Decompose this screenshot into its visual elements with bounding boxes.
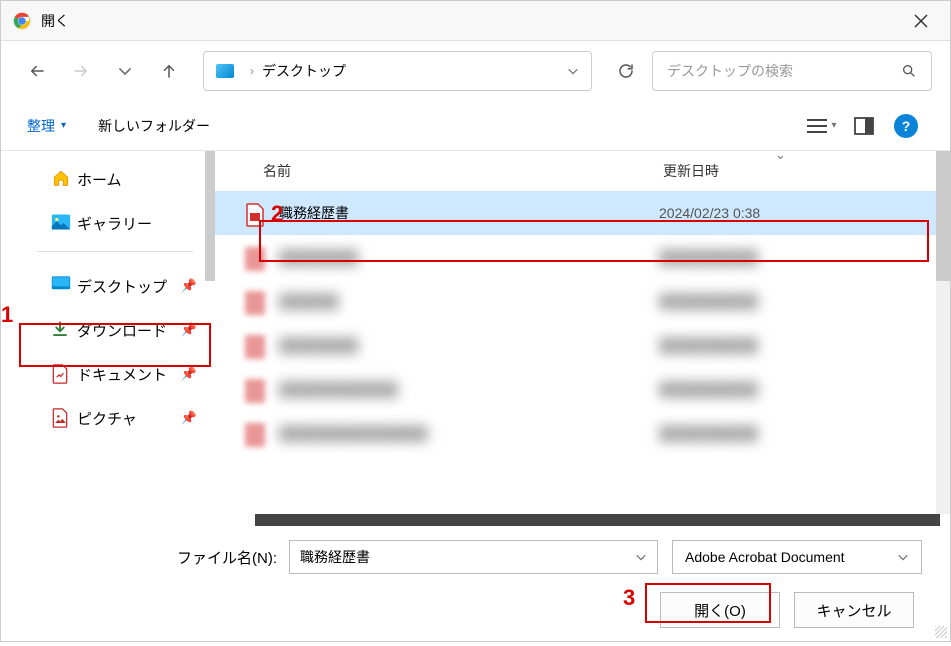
- download-icon: [51, 320, 71, 340]
- file-name: ██████: [279, 293, 659, 309]
- sidebar-label: ホーム: [77, 169, 122, 190]
- annotation-1: 1: [1, 302, 13, 328]
- organize-dropdown-icon[interactable]: ▾: [61, 120, 66, 131]
- file-name: ████████: [279, 249, 659, 265]
- file-date: ██████████: [659, 381, 758, 397]
- annotation-2: 2: [271, 201, 283, 227]
- file-name: ████████: [279, 337, 659, 353]
- titlebar: 開く: [1, 1, 950, 41]
- forward-button[interactable]: [63, 53, 99, 89]
- footer: ファイル名(N): 職務経歴書 Adobe Acrobat Document 開…: [1, 526, 950, 646]
- annotation-3: 3: [623, 585, 635, 611]
- file-date: ██████████: [659, 249, 758, 265]
- file-row[interactable]: 職務経歴書 2024/02/23 0:38: [215, 191, 950, 235]
- pdf-icon: [245, 247, 265, 267]
- pictures-icon: [51, 408, 71, 428]
- filename-combobox[interactable]: 職務経歴書: [289, 540, 658, 574]
- sidebar-item-home[interactable]: ホーム: [1, 157, 215, 201]
- search-placeholder: デスクトップの検索: [667, 61, 901, 81]
- file-row[interactable]: ████████████ ██████████: [215, 367, 950, 411]
- sidebar-item-downloads[interactable]: ダウンロード 📌: [1, 308, 215, 352]
- pdf-icon: [245, 335, 265, 355]
- toolbar: 整理 ▾ 新しいフォルダー ▾ ?: [1, 101, 950, 151]
- cancel-button[interactable]: キャンセル: [794, 592, 914, 628]
- gallery-icon: [51, 213, 71, 233]
- pin-icon[interactable]: 📌: [181, 322, 197, 338]
- filetype-combobox[interactable]: Adobe Acrobat Document: [672, 540, 922, 574]
- file-row[interactable]: ███████████████ ██████████: [215, 411, 950, 455]
- chevron-down-icon[interactable]: [897, 551, 909, 563]
- new-folder-button[interactable]: 新しいフォルダー: [98, 116, 210, 136]
- pdf-icon: [245, 203, 265, 223]
- navigation-bar: › デスクトップ デスクトップの検索: [1, 41, 950, 101]
- preview-pane-button[interactable]: [846, 108, 882, 144]
- document-icon: [51, 364, 71, 384]
- organize-menu[interactable]: 整理: [27, 116, 55, 136]
- pin-icon[interactable]: 📌: [181, 410, 197, 426]
- filetype-value: Adobe Acrobat Document: [685, 549, 897, 565]
- refresh-button[interactable]: [608, 53, 644, 89]
- file-date: ██████████: [659, 425, 758, 441]
- sort-indicator-icon: ⌄: [775, 147, 786, 163]
- column-date[interactable]: 更新日時 ⌄: [663, 161, 950, 181]
- sidebar-label: ギャラリー: [77, 213, 152, 234]
- sidebar-item-documents[interactable]: ドキュメント 📌: [1, 352, 215, 396]
- pdf-icon: [245, 291, 265, 311]
- horizontal-scrollbar[interactable]: [255, 514, 940, 526]
- vertical-scrollbar[interactable]: [936, 151, 950, 514]
- file-name: ███████████████: [279, 425, 659, 441]
- filename-value: 職務経歴書: [300, 547, 635, 567]
- file-name: ████████████: [279, 381, 659, 397]
- resize-grip[interactable]: [935, 626, 947, 638]
- file-date: ██████████: [659, 293, 758, 309]
- search-icon: [901, 63, 917, 79]
- file-name: 職務経歴書: [279, 203, 659, 223]
- sidebar-item-pictures[interactable]: ピクチャ 📌: [1, 396, 215, 440]
- window-title: 開く: [41, 11, 904, 31]
- view-options-button[interactable]: ▾: [804, 108, 840, 144]
- column-name[interactable]: 名前: [263, 161, 663, 181]
- chevron-down-icon[interactable]: [635, 551, 647, 563]
- sidebar-label: デスクトップ: [77, 276, 167, 297]
- up-button[interactable]: [151, 53, 187, 89]
- file-row[interactable]: ██████ ██████████: [215, 279, 950, 323]
- chevron-right-icon: ›: [250, 64, 254, 78]
- sidebar-label: ドキュメント: [77, 364, 167, 385]
- pin-icon[interactable]: 📌: [181, 278, 197, 294]
- location-text: デスクトップ: [262, 61, 559, 81]
- open-button[interactable]: 開く(O): [660, 592, 780, 628]
- divider: [37, 251, 193, 252]
- file-date: 2024/02/23 0:38: [659, 205, 760, 221]
- column-headers: 名前 更新日時 ⌄: [215, 151, 950, 191]
- file-date: ██████████: [659, 337, 758, 353]
- desktop-icon: [51, 276, 71, 296]
- sidebar-label: ダウンロード: [77, 320, 167, 341]
- file-row[interactable]: ████████ ██████████: [215, 323, 950, 367]
- file-list: 名前 更新日時 ⌄ 職務経歴書 2024/02/23 0:38 ████████…: [215, 151, 950, 526]
- chevron-down-icon[interactable]: [567, 65, 579, 77]
- back-button[interactable]: [19, 53, 55, 89]
- sidebar-item-gallery[interactable]: ギャラリー: [1, 201, 215, 245]
- sidebar: ホーム ギャラリー デスクトップ 📌 ダウンロード 📌: [1, 151, 215, 526]
- recent-dropdown[interactable]: [107, 53, 143, 89]
- sidebar-label: ピクチャ: [77, 408, 137, 429]
- search-input[interactable]: デスクトップの検索: [652, 51, 932, 91]
- address-bar[interactable]: › デスクトップ: [203, 51, 592, 91]
- folder-icon: [216, 64, 234, 78]
- chrome-icon: [13, 12, 31, 30]
- help-button[interactable]: ?: [888, 108, 924, 144]
- home-icon: [51, 169, 71, 189]
- main-content: ホーム ギャラリー デスクトップ 📌 ダウンロード 📌: [1, 151, 950, 526]
- sidebar-scrollbar[interactable]: [205, 151, 215, 526]
- pdf-icon: [245, 379, 265, 399]
- close-button[interactable]: [904, 10, 938, 32]
- file-row[interactable]: ████████ ██████████: [215, 235, 950, 279]
- sidebar-item-desktop[interactable]: デスクトップ 📌: [1, 264, 215, 308]
- filename-label: ファイル名(N):: [29, 547, 289, 568]
- pin-icon[interactable]: 📌: [181, 366, 197, 382]
- pdf-icon: [245, 423, 265, 443]
